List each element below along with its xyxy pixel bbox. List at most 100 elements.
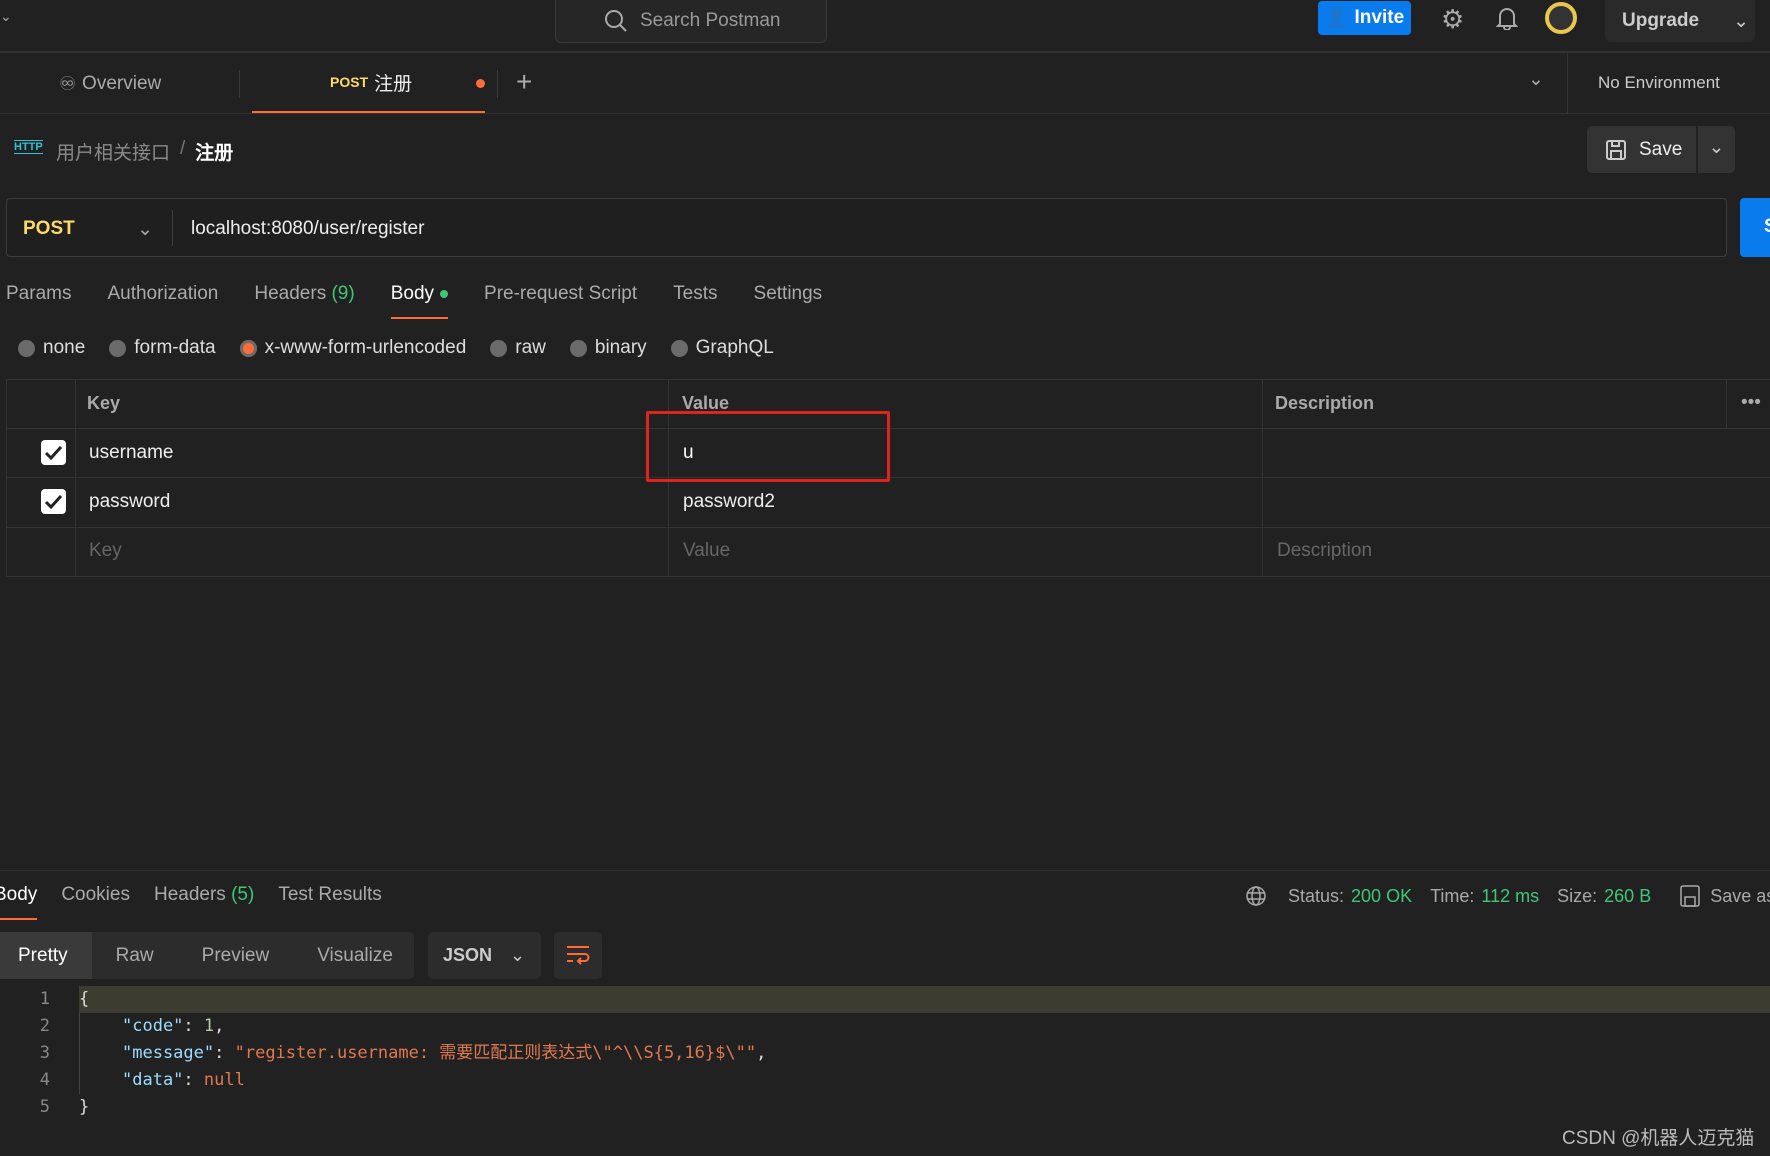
- tab-pre-request-script[interactable]: Pre-request Script: [484, 283, 637, 305]
- save-dropdown-button[interactable]: ⌄: [1698, 126, 1735, 173]
- tabs-dropdown-icon[interactable]: ⌄: [1528, 68, 1544, 91]
- request-tabs: Params Authorization Headers (9) Body Pr…: [6, 283, 823, 319]
- tab-headers[interactable]: Headers (9): [254, 283, 354, 305]
- tab-divider: [497, 70, 498, 98]
- header-key: Key: [87, 393, 121, 413]
- view-raw[interactable]: Raw: [92, 945, 178, 967]
- avatar[interactable]: [1545, 2, 1577, 34]
- more-options-icon[interactable]: •••: [1741, 392, 1761, 414]
- tab-body[interactable]: Body: [390, 283, 449, 319]
- environment-selector[interactable]: No Environment: [1598, 73, 1720, 93]
- view-visualize[interactable]: Visualize: [293, 945, 417, 967]
- row-key[interactable]: password: [89, 491, 170, 513]
- col-divider: [1726, 379, 1727, 428]
- overview-icon: ♾: [59, 74, 77, 95]
- response-meta: Status: 200 OK Time: 112 ms Size: 260 B Sav…: [1245, 885, 1770, 907]
- new-description-input[interactable]: Description: [1277, 540, 1372, 562]
- tab-underline: [390, 317, 449, 319]
- radio-raw[interactable]: raw: [490, 337, 546, 359]
- send-button[interactable]: S: [1740, 198, 1770, 257]
- new-value-input[interactable]: Value: [683, 540, 730, 562]
- radio-circle-selected: [239, 339, 257, 357]
- tab-divider: [239, 70, 240, 98]
- format-select[interactable]: JSON ⌄: [428, 932, 541, 979]
- radio-circle: [18, 339, 35, 357]
- tab-tests[interactable]: Tests: [673, 283, 717, 305]
- url-divider: [172, 210, 173, 246]
- radio-x-www-form-urlencoded[interactable]: x-www-form-urlencoded: [239, 337, 466, 359]
- tab-underline: [0, 918, 38, 920]
- tab-label: Headers: [153, 884, 226, 905]
- breadcrumb-collection[interactable]: 用户相关接口: [56, 138, 170, 165]
- search-input[interactable]: Search Postman: [555, 0, 827, 43]
- radio-circle: [490, 339, 508, 357]
- radio-form-data[interactable]: form-data: [109, 337, 216, 359]
- row-key[interactable]: username: [89, 442, 174, 464]
- json-value: null: [203, 1070, 245, 1090]
- invite-label: Invite: [1354, 7, 1405, 28]
- chevron-down-icon: ⌄: [510, 945, 526, 965]
- view-pretty[interactable]: Pretty: [0, 932, 92, 979]
- save-icon: [1606, 139, 1626, 160]
- tab-params[interactable]: Params: [6, 283, 71, 305]
- radio-graphql[interactable]: GraphQL: [670, 337, 774, 359]
- new-tab-button[interactable]: +: [516, 66, 532, 98]
- tab-label: Overview: [82, 73, 162, 94]
- upgrade-label: Upgrade: [1622, 10, 1700, 31]
- tab-overview[interactable]: ♾ Overview: [59, 73, 161, 96]
- url-input[interactable]: localhost:8080/user/register: [191, 218, 424, 240]
- code-editor[interactable]: 1{ 2 "code": 1, 3 "message": "register.use…: [0, 986, 767, 1121]
- header-description: Description: [1275, 393, 1375, 413]
- check-icon: [44, 494, 63, 510]
- invite-button[interactable]: 👤 Invite: [1318, 1, 1411, 35]
- json-value: 1: [203, 1016, 215, 1036]
- save-as-label: Save as: [1710, 885, 1770, 906]
- line-number: 5: [39, 1097, 50, 1117]
- row-checkbox[interactable]: [41, 489, 66, 514]
- size-value[interactable]: 260 B: [1604, 886, 1651, 907]
- row-checkbox[interactable]: [41, 440, 66, 465]
- search-icon: [605, 10, 627, 32]
- breadcrumb: 用户相关接口 / 注册: [56, 138, 233, 165]
- tab-settings[interactable]: Settings: [754, 283, 823, 305]
- status-value[interactable]: 200 OK: [1351, 886, 1412, 907]
- response-divider: [0, 870, 1770, 871]
- highlight-box: [646, 411, 890, 482]
- save-as-button[interactable]: Save as: [1680, 885, 1770, 907]
- view-preview[interactable]: Preview: [178, 945, 294, 967]
- gear-icon[interactable]: ⚙: [1441, 4, 1464, 35]
- size-label: Size:: [1557, 885, 1598, 906]
- tab-cookies[interactable]: Cookies: [61, 884, 130, 906]
- breadcrumb-request[interactable]: 注册: [195, 138, 233, 165]
- save-button[interactable]: Save: [1587, 126, 1696, 173]
- upgrade-button[interactable]: Upgrade ⌄: [1605, 0, 1755, 42]
- method-badge: POST: [330, 74, 369, 90]
- tab-authorization[interactable]: Authorization: [107, 283, 218, 305]
- tab-count: (5): [231, 884, 255, 905]
- method-select[interactable]: POST ⌄: [23, 218, 153, 241]
- tab-test-results[interactable]: Test Results: [278, 884, 381, 906]
- watermark: CSDN @机器人迈克猫: [1562, 1128, 1755, 1149]
- wrap-lines-button[interactable]: [554, 932, 602, 979]
- tab-register[interactable]: POST 注册: [252, 53, 485, 113]
- radio-none[interactable]: none: [18, 337, 85, 359]
- globe-icon[interactable]: [1245, 885, 1267, 907]
- time-label: Time:: [1430, 885, 1475, 906]
- check-icon: [44, 445, 63, 461]
- tab-response-body[interactable]: Body: [0, 884, 38, 920]
- new-key-input[interactable]: Key: [89, 540, 122, 562]
- radio-binary[interactable]: binary: [569, 337, 647, 359]
- tab-label: Headers: [254, 283, 327, 304]
- col-divider: [75, 379, 76, 577]
- row-value[interactable]: password2: [683, 491, 775, 513]
- tab-response-headers[interactable]: Headers (5): [154, 884, 254, 906]
- bell-icon[interactable]: [1496, 6, 1518, 30]
- code-brace: }: [79, 1097, 90, 1117]
- line-number: 3: [39, 1043, 50, 1063]
- radio-label: none: [43, 337, 86, 358]
- time-value[interactable]: 112 ms: [1481, 886, 1539, 907]
- unsaved-dot: [476, 79, 485, 88]
- chevron-down-icon[interactable]: ⌄: [0, 8, 12, 25]
- view-mode-group: Pretty Raw Preview Visualize: [0, 932, 414, 979]
- line-number: 4: [39, 1070, 50, 1090]
